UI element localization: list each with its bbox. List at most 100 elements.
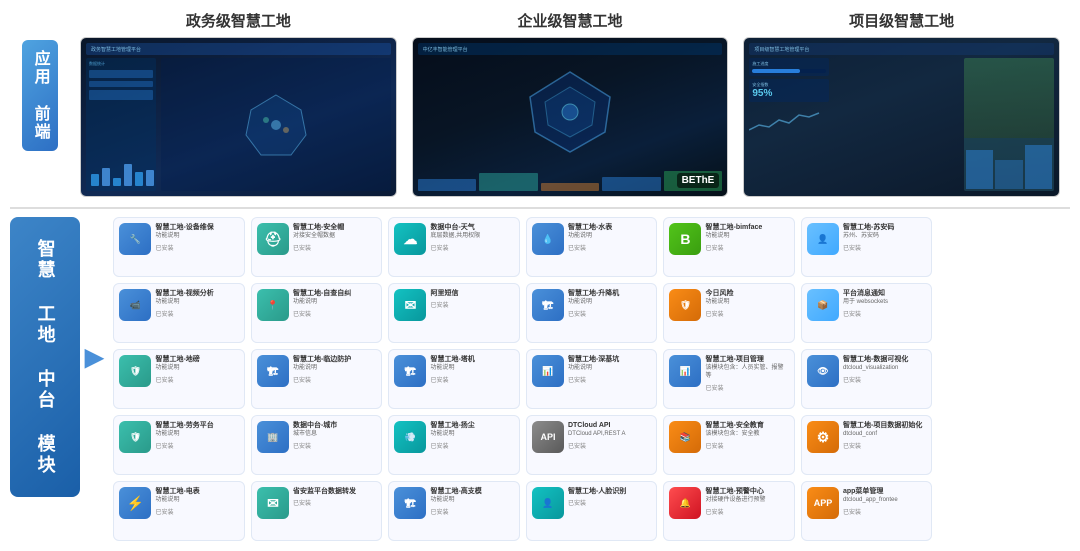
module-status: 已安装 <box>155 507 239 516</box>
module-card[interactable]: 🔔智慧工地-预警中心对接硬件设备进行预警已安装 <box>663 481 795 541</box>
module-card[interactable]: 🏗智慧工地-临边防护功能说明已安装 <box>251 349 383 409</box>
module-desc: 城市信息 <box>293 431 377 439</box>
module-desc: 功能说明 <box>293 365 377 373</box>
app-frontend-label: 应用 前端 <box>22 40 57 151</box>
module-card[interactable]: 📦平台消息通知用于 websockets已安装 <box>801 283 933 343</box>
module-icon: 📹 <box>119 289 151 321</box>
module-card[interactable] <box>938 349 1070 409</box>
module-card[interactable]: ✉阿里短信已安装 <box>388 283 520 343</box>
module-title: 智慧工地-高支模 <box>430 487 514 496</box>
module-status: 已安装 <box>843 243 927 252</box>
module-status: 已安装 <box>293 375 377 384</box>
module-icon: ⚡ <box>119 487 151 519</box>
module-card[interactable]: APIDTCloud APIDTCloud API,REST A已安装 <box>526 415 658 475</box>
module-card[interactable]: ⚙智慧工地-项目数据初始化dtcloud_conf已安装 <box>801 415 933 475</box>
module-title: 平台消息通知 <box>843 289 927 298</box>
module-card[interactable]: 🏗智慧工地-高支模功能说明已安装 <box>388 481 520 541</box>
module-card[interactable]: 👁智慧工地-数据可视化dtcloud_visualization已安装 <box>801 349 933 409</box>
module-card[interactable] <box>938 415 1070 475</box>
module-desc: dtcloud_app_frontee <box>843 497 927 505</box>
module-card[interactable]: 🏢 数据中台-城市城市信息已安装 <box>251 415 383 475</box>
module-icon: 🏗 <box>394 487 426 519</box>
project-title: 项目级智慧工地 <box>849 10 954 31</box>
module-title: 智慧工地-安全帽 <box>293 223 377 232</box>
module-card[interactable]: 🛡今日风险功能说明已安装 <box>663 283 795 343</box>
module-info: 智慧工地-水表功能说明已安装 <box>568 223 652 252</box>
module-status: 已安装 <box>705 507 789 516</box>
module-card[interactable]: 📊智慧工地-项目管理该模块包含：人员实管、报警等已安装 <box>663 349 795 409</box>
module-card[interactable]: 📍智慧工地-自查自纠功能说明已安装 <box>251 283 383 343</box>
module-status: 已安装 <box>568 441 652 450</box>
module-card[interactable]: 👤智慧工地-苏安码苏州、苏安码已安装 <box>801 217 933 277</box>
module-card[interactable]: 🔧智慧工地-设备维保功能说明已安装 <box>113 217 245 277</box>
module-title: 智慧工地-人脸识别 <box>568 487 652 496</box>
module-card[interactable]: 🛡智慧工地-地磅功能说明已安装 <box>113 349 245 409</box>
module-info: 智慧工地-升降机功能说明已安装 <box>568 289 652 318</box>
module-info: 智慧工地-塔机功能说明已安装 <box>430 355 514 384</box>
module-status: 已安装 <box>843 375 927 384</box>
module-info: 智慧工地-设备维保功能说明已安装 <box>155 223 239 252</box>
module-icon: ☁ <box>394 223 426 255</box>
module-info: 智慧工地-安全帽对接安全帽数据已安装 <box>293 223 377 252</box>
module-info: 智慧工地-地磅功能说明已安装 <box>155 355 239 384</box>
module-status: 已安装 <box>705 243 789 252</box>
module-card[interactable]: 🏗智慧工地-升降机功能说明已安装 <box>526 283 658 343</box>
module-info: 智慧工地-劳务平台功能说明已安装 <box>155 421 239 450</box>
module-card[interactable]: ⛑智慧工地-安全帽对接安全帽数据已安装 <box>251 217 383 277</box>
module-icon: API <box>532 421 564 453</box>
module-icon: 👤 <box>807 223 839 255</box>
module-icon: 🏗 <box>532 289 564 321</box>
module-desc: 功能说明 <box>155 299 239 307</box>
module-title: 智慧工地-项目管理 <box>705 355 789 364</box>
module-icon: ✉ <box>394 289 426 321</box>
module-info: 阿里短信已安装 <box>430 289 514 309</box>
module-icon: 🛡 <box>119 355 151 387</box>
module-card[interactable]: B智慧工地-bimface功能说明已安装 <box>663 217 795 277</box>
module-card[interactable]: ⚡智慧工地-电表功能说明已安装 <box>113 481 245 541</box>
module-icon: 🏢 <box>257 421 289 453</box>
module-card[interactable] <box>938 481 1070 541</box>
module-status: 已安装 <box>568 309 652 318</box>
module-desc: 对接安全帽数据 <box>293 233 377 241</box>
module-title: 数据中台-城市 <box>293 421 377 430</box>
module-title: 智慧工地-电表 <box>155 487 239 496</box>
module-card[interactable] <box>938 217 1070 277</box>
module-card[interactable]: 📊智慧工地-深基坑功能说明已安装 <box>526 349 658 409</box>
module-title: 智慧工地-塔机 <box>430 355 514 364</box>
module-card[interactable]: APPapp菜单管理dtcloud_app_frontee已安装 <box>801 481 933 541</box>
module-title: 省安监平台数据转发 <box>293 487 377 496</box>
module-title: 智慧工地-劳务平台 <box>155 421 239 430</box>
zhihui-label: 智慧 工地 中台 模块 <box>10 217 80 497</box>
module-icon: ⛑ <box>257 223 289 255</box>
project-group: 项目级智慧工地 项目级智慧工地管理平台 <box>743 10 1060 197</box>
module-card[interactable]: 🛡智慧工地-劳务平台功能说明已安装 <box>113 415 245 475</box>
module-info: app菜单管理dtcloud_app_frontee已安装 <box>843 487 927 516</box>
module-title: 智慧工地-深基坑 <box>568 355 652 364</box>
module-info: 智慧工地-安全教育该模块包含：安全教已安装 <box>705 421 789 450</box>
module-info: 智慧工地-预警中心对接硬件设备进行预警已安装 <box>705 487 789 516</box>
module-info: DTCloud APIDTCloud API,REST A已安装 <box>568 421 652 450</box>
module-desc: 功能说明 <box>430 365 514 373</box>
module-info: 智慧工地-深基坑功能说明已安装 <box>568 355 652 384</box>
module-desc: 用于 websockets <box>843 299 927 307</box>
module-status: 已安装 <box>155 309 239 318</box>
module-card[interactable] <box>938 283 1070 343</box>
module-icon: 🔧 <box>119 223 151 255</box>
module-card[interactable]: ✉省安监平台数据转发已安装 <box>251 481 383 541</box>
module-card[interactable]: 👤智慧工地-人脸识别已安装 <box>526 481 658 541</box>
module-info: 智慧工地-数据可视化dtcloud_visualization已安装 <box>843 355 927 384</box>
module-title: 阿里短信 <box>430 289 514 298</box>
module-icon: B <box>669 223 701 255</box>
module-info: 省安监平台数据转发已安装 <box>293 487 377 507</box>
module-info: 智慧工地-人脸识别已安装 <box>568 487 652 507</box>
module-icon: 📦 <box>807 289 839 321</box>
module-info: 智慧工地-扬尘功能说明已安装 <box>430 421 514 450</box>
module-card[interactable]: ☁数据中台-天气底层数据,共用权限已安装 <box>388 217 520 277</box>
module-card[interactable]: 📚智慧工地-安全教育该模块包含：安全教已安装 <box>663 415 795 475</box>
module-card[interactable]: 💨智慧工地-扬尘功能说明已安装 <box>388 415 520 475</box>
left-labels: 应用 前端 <box>10 10 70 151</box>
module-card[interactable]: 🏗智慧工地-塔机功能说明已安装 <box>388 349 520 409</box>
module-card[interactable]: 💧智慧工地-水表功能说明已安装 <box>526 217 658 277</box>
module-card[interactable]: 📹智慧工地-视频分析功能说明已安装 <box>113 283 245 343</box>
module-status: 已安装 <box>293 441 377 450</box>
